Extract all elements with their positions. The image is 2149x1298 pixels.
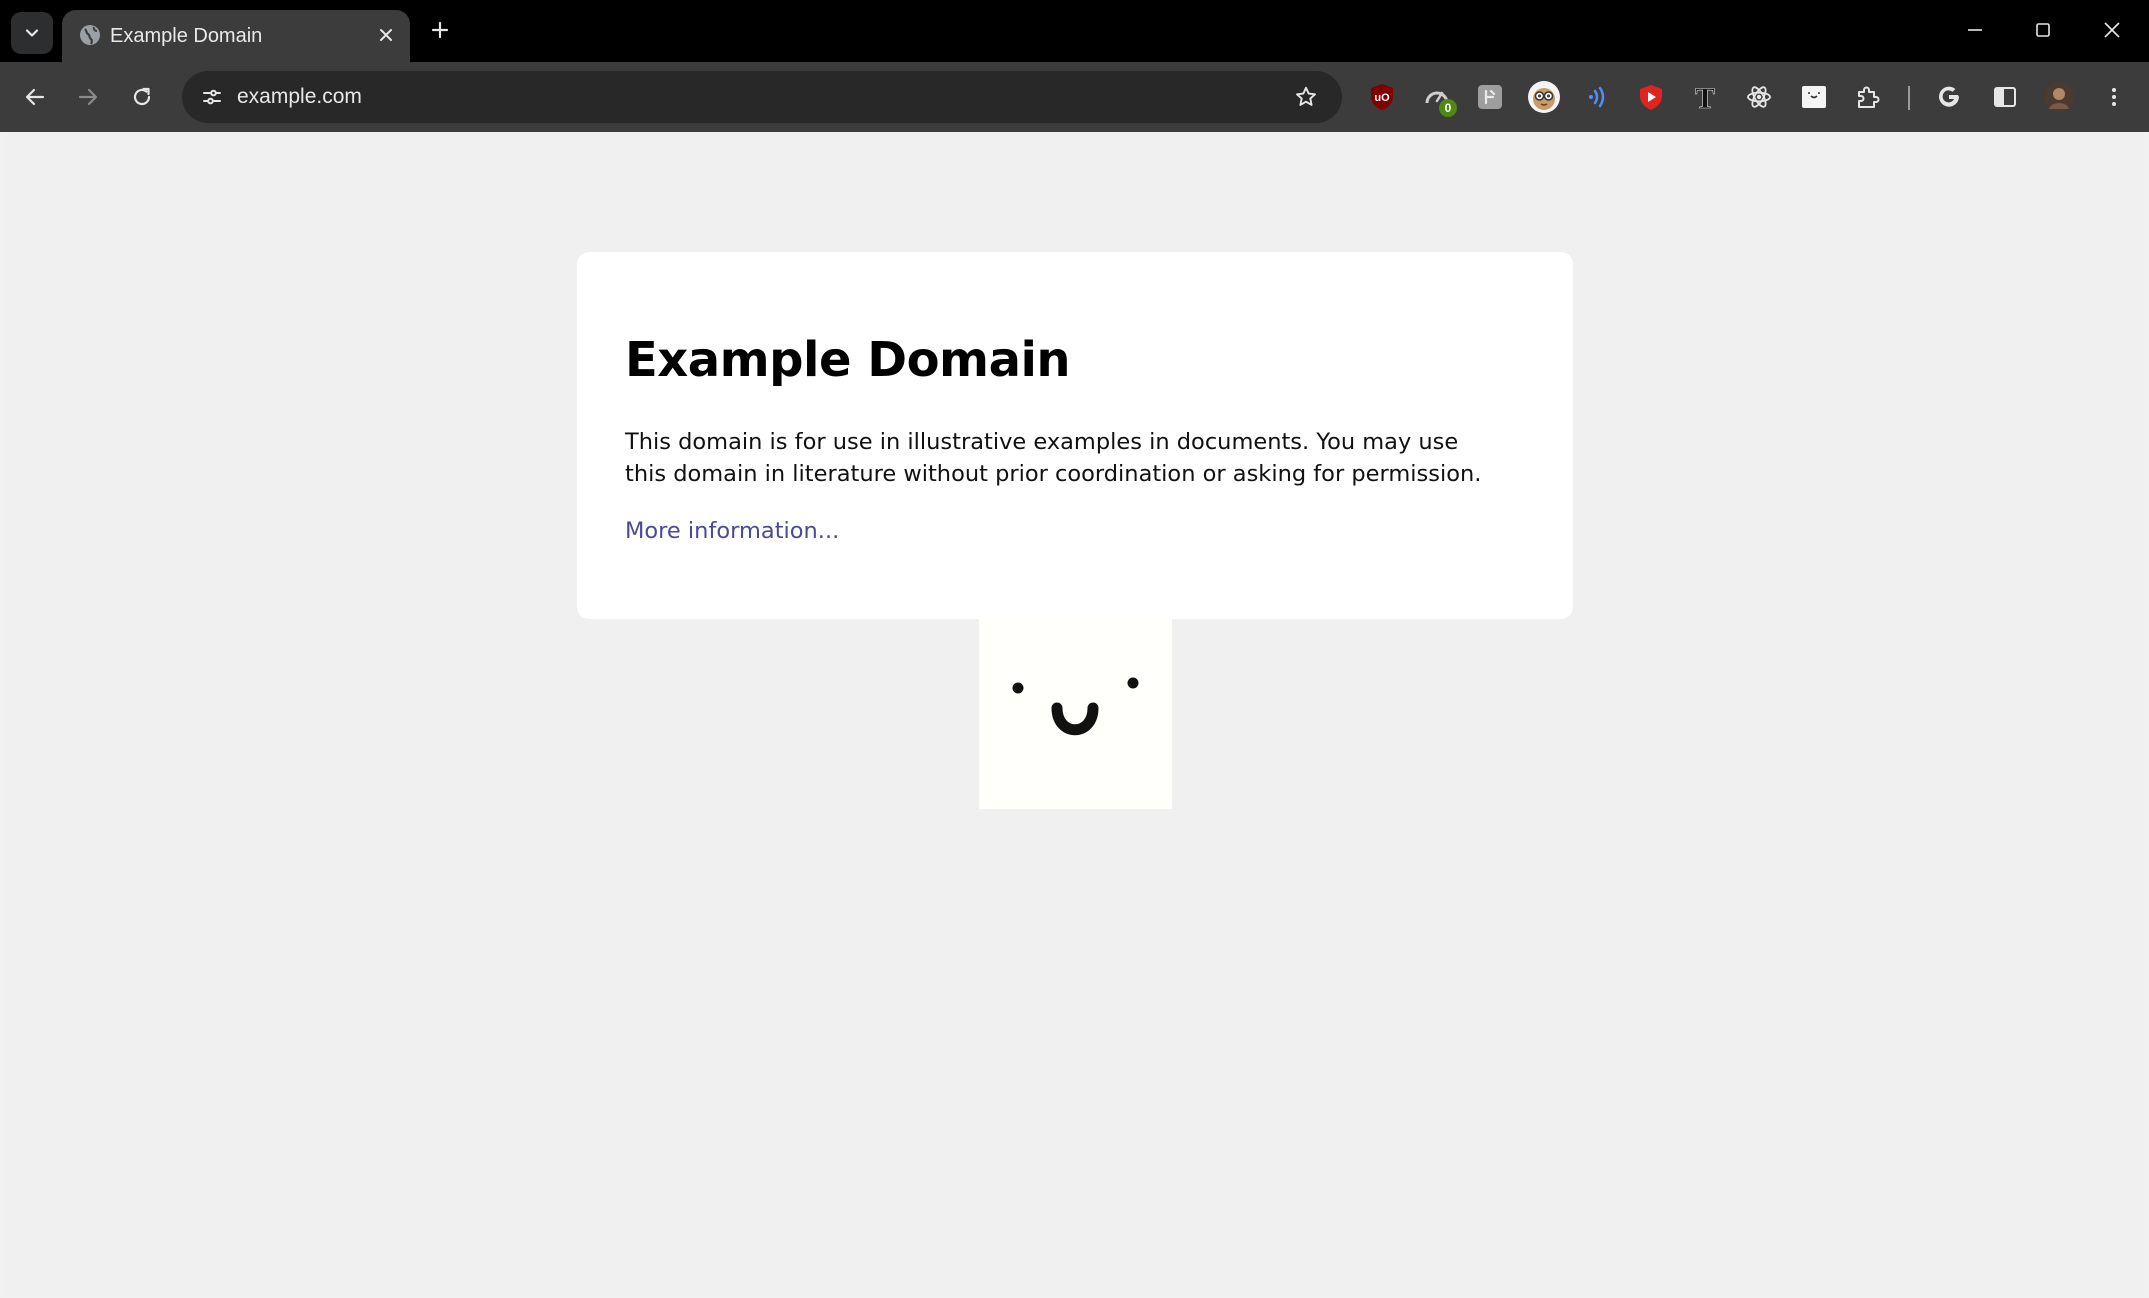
speedometer-extension-icon[interactable]: 0 bbox=[1419, 79, 1457, 117]
maximize-button[interactable] bbox=[2019, 10, 2067, 50]
tune-icon bbox=[203, 89, 221, 105]
tab-title: Example Domain bbox=[110, 25, 263, 47]
back-button[interactable] bbox=[15, 77, 55, 117]
arrow-right-icon bbox=[78, 88, 98, 106]
profile-avatar-icon[interactable] bbox=[2041, 79, 2077, 115]
star-icon bbox=[1296, 86, 1316, 106]
svg-text:uO: uO bbox=[1374, 92, 1390, 104]
active-tab[interactable]: Example Domain bbox=[62, 10, 410, 62]
reload-button[interactable] bbox=[122, 77, 162, 117]
more-information-link[interactable]: More information... bbox=[625, 515, 839, 547]
close-icon bbox=[380, 29, 392, 41]
sound-waves-extension-icon[interactable] bbox=[1579, 79, 1615, 115]
google-g-icon[interactable] bbox=[1931, 79, 1967, 115]
side-panel-icon[interactable] bbox=[1987, 79, 2023, 115]
tab-strip: Example Domain bbox=[0, 0, 2149, 62]
white-card-extension-icon[interactable] bbox=[1796, 79, 1832, 115]
arrow-left-icon bbox=[25, 88, 45, 106]
browser-window: Example Domain example.com uO 0 T Exampl… bbox=[0, 0, 2149, 1298]
smiley-face-image bbox=[979, 619, 1172, 809]
chevron-down-icon bbox=[25, 29, 39, 37]
svg-text:T: T bbox=[1695, 82, 1715, 112]
owl-avatar-extension-icon[interactable] bbox=[1526, 79, 1562, 115]
tab-close-button[interactable] bbox=[372, 21, 400, 49]
new-tab-button[interactable] bbox=[424, 14, 456, 46]
globe-icon bbox=[80, 25, 100, 45]
toolbar-divider bbox=[1908, 86, 1910, 110]
browser-toolbar: example.com uO 0 T bbox=[0, 62, 2149, 132]
gray-extension-icon[interactable] bbox=[1472, 79, 1508, 115]
red-shield-extension-icon[interactable] bbox=[1633, 79, 1669, 115]
page-title: Example Domain bbox=[625, 332, 1071, 388]
site-info-button[interactable] bbox=[196, 81, 228, 113]
react-atom-extension-icon[interactable] bbox=[1741, 79, 1777, 115]
font-t-extension-icon[interactable]: T bbox=[1687, 79, 1723, 115]
bookmark-button[interactable] bbox=[1290, 81, 1322, 113]
plus-icon bbox=[431, 21, 449, 39]
url-text[interactable]: example.com bbox=[237, 83, 362, 111]
page-viewport: Example Domain This domain is for use in… bbox=[2, 132, 2147, 1296]
content-card: Example Domain This domain is for use in… bbox=[577, 252, 1573, 619]
window-close-button[interactable] bbox=[2088, 10, 2136, 50]
tab-search-button[interactable] bbox=[11, 12, 53, 54]
reload-icon bbox=[133, 87, 151, 106]
maximize-icon bbox=[2036, 23, 2050, 37]
extension-badge: 0 bbox=[1439, 99, 1457, 117]
close-icon bbox=[2104, 22, 2120, 38]
puzzle-extensions-icon[interactable] bbox=[1850, 79, 1886, 115]
forward-button[interactable] bbox=[68, 77, 108, 117]
address-bar[interactable]: example.com bbox=[182, 71, 1342, 123]
ublock-origin-icon[interactable]: uO bbox=[1364, 79, 1400, 115]
page-description: This domain is for use in illustrative e… bbox=[625, 429, 1482, 487]
more-menu-icon[interactable] bbox=[2096, 79, 2132, 115]
minimize-icon bbox=[1968, 29, 1982, 31]
minimize-button[interactable] bbox=[1951, 10, 1999, 50]
